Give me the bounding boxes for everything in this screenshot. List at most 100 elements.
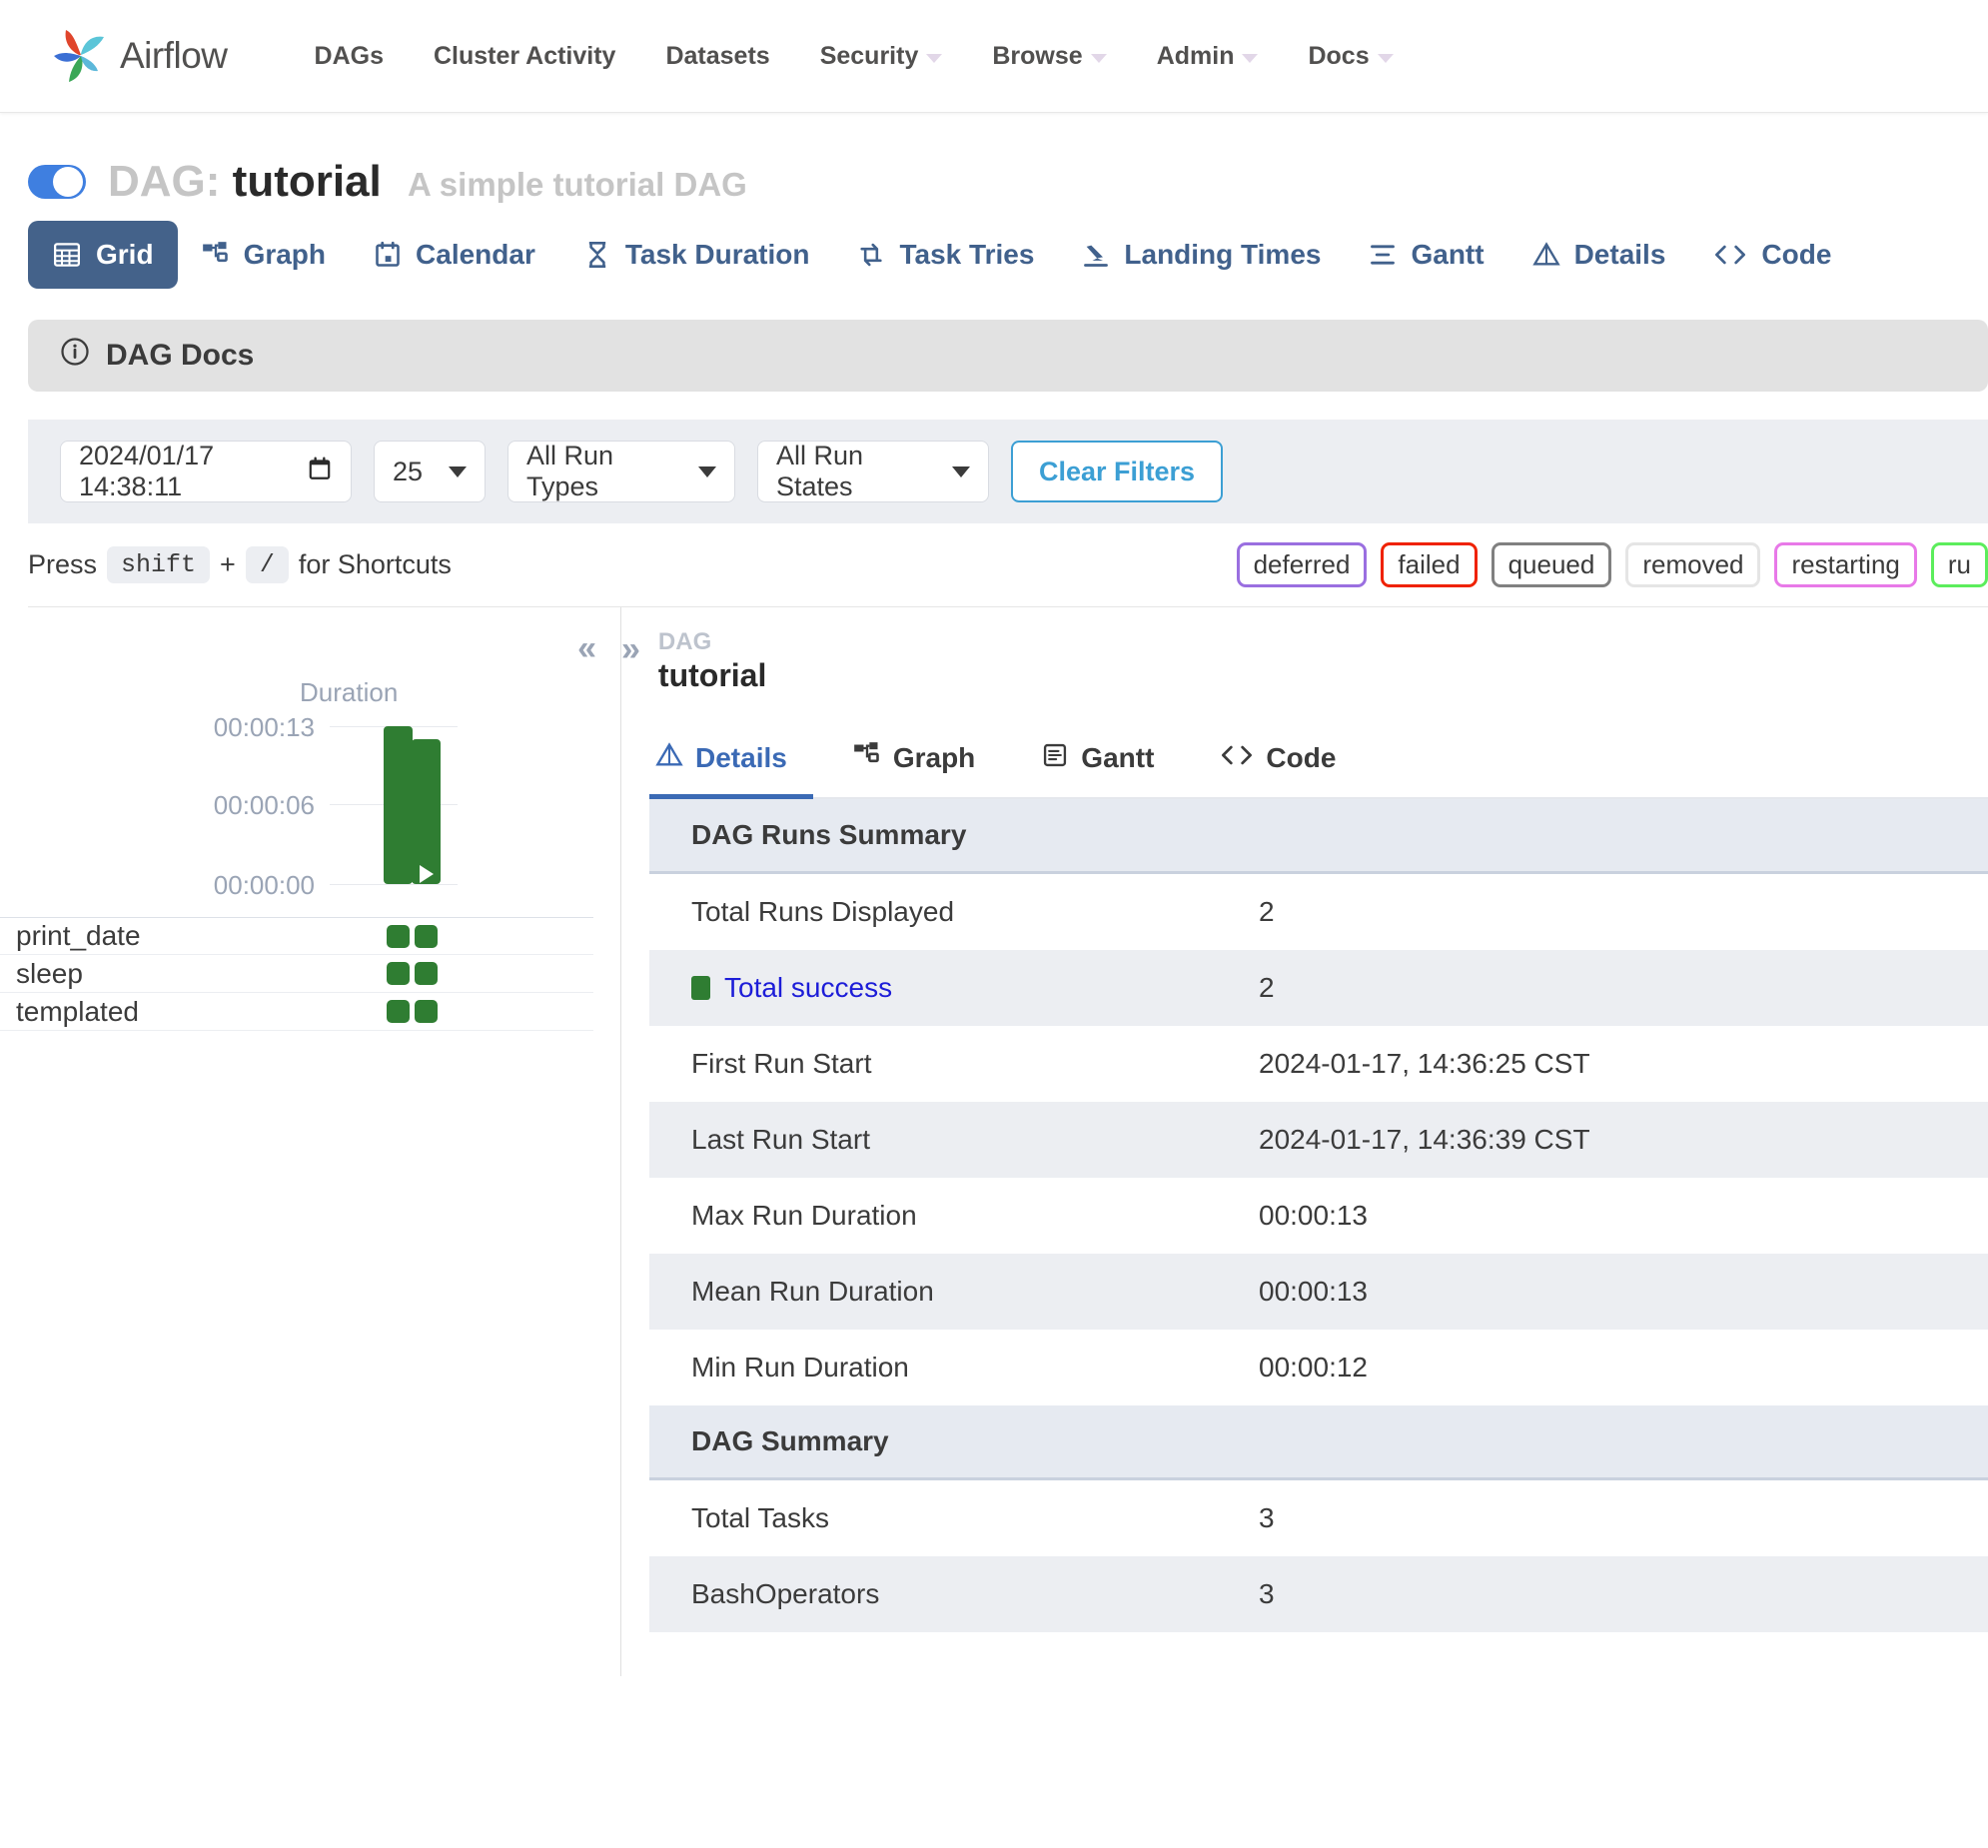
table-row: Total Tasks 3	[649, 1478, 1988, 1556]
landing-icon	[1082, 241, 1110, 269]
calendar-icon	[374, 241, 402, 269]
dp-tab-details[interactable]: Details	[649, 725, 813, 799]
row-label: First Run Start	[649, 1026, 1259, 1102]
dp-tab-graph[interactable]: Graph	[847, 725, 1001, 799]
shortcut-hint: Press shift + / for Shortcuts	[28, 546, 452, 583]
brand-name: Airflow	[120, 35, 228, 77]
run-state-select[interactable]: All Run States	[757, 441, 989, 502]
dp-tab-gantt[interactable]: Gantt	[1035, 725, 1180, 799]
dag-details-table: DAG Runs Summary Total Runs Displayed 2 …	[649, 799, 1988, 1632]
table-row: Total Runs Displayed 2	[649, 872, 1988, 950]
row-label: Max Run Duration	[649, 1178, 1259, 1254]
tab-label: Task Tries	[899, 239, 1034, 271]
chevron-double-right-icon[interactable]: »	[621, 629, 640, 670]
task-instance-square[interactable]	[415, 962, 438, 985]
status-badge-running[interactable]: ru	[1931, 542, 1988, 587]
task-name: print_date	[0, 920, 141, 952]
run-type-select[interactable]: All Run Types	[507, 441, 735, 502]
top-navbar: Airflow DAGs Cluster Activity Datasets S…	[0, 0, 1988, 113]
run-count-select[interactable]: 25	[374, 441, 486, 502]
task-name: sleep	[0, 958, 83, 990]
latest-run-indicator-icon	[420, 865, 434, 883]
table-row[interactable]: templated	[0, 993, 593, 1031]
nav-item-label: Admin	[1157, 42, 1235, 71]
run-date-input[interactable]: 2024/01/17 14:38:11	[60, 441, 352, 502]
nav-item-browse[interactable]: Browse	[967, 42, 1131, 71]
calendar-icon[interactable]	[307, 456, 333, 488]
chart-bar[interactable]	[384, 726, 413, 884]
dag-description: A simple tutorial DAG	[408, 166, 747, 203]
row-value: 00:00:12	[1259, 1330, 1988, 1405]
chevron-double-left-icon[interactable]: «	[577, 629, 596, 668]
gantt-icon	[1369, 241, 1397, 269]
chevron-down-icon	[1378, 54, 1394, 63]
task-instance-square[interactable]	[415, 925, 438, 948]
task-instance-square[interactable]	[387, 1000, 410, 1023]
tab-label: Calendar	[416, 239, 535, 271]
detail-panel-name: tutorial	[658, 655, 766, 697]
row-label-link[interactable]: Total success	[724, 972, 892, 1003]
dag-title-name: tutorial	[233, 157, 382, 206]
chart-gridline	[330, 884, 458, 885]
tab-gantt[interactable]: Gantt	[1345, 221, 1507, 289]
tab-task-tries[interactable]: Task Tries	[833, 221, 1058, 289]
nav-item-cluster-activity[interactable]: Cluster Activity	[409, 42, 640, 71]
tab-label: Landing Times	[1124, 239, 1321, 271]
section-value	[1259, 1405, 1988, 1479]
row-value: 2024-01-17, 14:36:39 CST	[1259, 1102, 1988, 1178]
tab-grid[interactable]: Grid	[28, 221, 178, 289]
tab-calendar[interactable]: Calendar	[350, 221, 559, 289]
retry-icon	[857, 241, 885, 269]
nav-item-docs[interactable]: Docs	[1283, 42, 1418, 71]
detail-panel-kicker: DAG	[658, 629, 766, 655]
run-duration-chart: 00:00:13 00:00:06 00:00:00	[0, 712, 579, 912]
status-legend: deferred failed queued removed restartin…	[1237, 542, 1988, 587]
chart-ytick: 00:00:13	[125, 712, 315, 743]
nav-item-dags[interactable]: DAGs	[290, 42, 409, 71]
tab-label: Gantt	[1411, 239, 1484, 271]
detail-panel-header: » DAG tutorial	[621, 607, 1988, 697]
shortcut-key-slash: /	[246, 546, 289, 583]
dag-docs-wrap: DAG Docs	[0, 300, 1988, 392]
tab-graph[interactable]: Graph	[178, 221, 350, 289]
clear-filters-button[interactable]: Clear Filters	[1011, 441, 1223, 502]
nav-item-datasets[interactable]: Datasets	[640, 42, 794, 71]
table-row[interactable]: print_date	[0, 917, 593, 955]
toggle-knob	[53, 167, 83, 197]
nav-item-label: Browse	[992, 42, 1082, 71]
chart-ytick: 00:00:00	[125, 870, 315, 901]
nav-items: DAGs Cluster Activity Datasets Security …	[290, 42, 1419, 71]
run-count-value: 25	[393, 457, 423, 487]
table-row[interactable]: sleep	[0, 955, 593, 993]
chart-bar[interactable]	[412, 739, 441, 884]
row-value: 2024-01-17, 14:36:25 CST	[1259, 1026, 1988, 1102]
status-badge-restarting[interactable]: restarting	[1774, 542, 1916, 587]
brand[interactable]: Airflow	[50, 25, 228, 87]
task-instance-square[interactable]	[387, 962, 410, 985]
task-instance-square[interactable]	[415, 1000, 438, 1023]
dp-tab-label: Gantt	[1081, 742, 1154, 774]
status-badge-deferred[interactable]: deferred	[1237, 542, 1368, 587]
task-name: templated	[0, 996, 139, 1028]
chart-title: Duration	[300, 677, 398, 708]
nav-item-security[interactable]: Security	[795, 42, 968, 71]
chevron-down-icon	[1091, 54, 1107, 63]
tab-label: Code	[1761, 239, 1831, 271]
tab-task-duration[interactable]: Task Duration	[559, 221, 834, 289]
status-badge-queued[interactable]: queued	[1491, 542, 1612, 587]
status-badge-removed[interactable]: removed	[1625, 542, 1760, 587]
dag-header: DAG: tutorial A simple tutorial DAG	[0, 113, 1988, 210]
tab-code[interactable]: Code	[1689, 221, 1855, 289]
nav-item-admin[interactable]: Admin	[1132, 42, 1284, 71]
dp-tab-code[interactable]: Code	[1214, 725, 1362, 799]
tab-label: Grid	[96, 239, 154, 271]
status-badge-failed[interactable]: failed	[1381, 542, 1477, 587]
tab-landing-times[interactable]: Landing Times	[1058, 221, 1345, 289]
table-row: Last Run Start 2024-01-17, 14:36:39 CST	[649, 1102, 1988, 1178]
task-instance-square[interactable]	[387, 925, 410, 948]
row-value: 2	[1259, 950, 1988, 1026]
tab-details[interactable]: Details	[1508, 221, 1690, 289]
chevron-down-icon	[449, 466, 467, 477]
dag-pause-toggle[interactable]	[28, 165, 86, 199]
dag-docs-accordion[interactable]: DAG Docs	[28, 320, 1988, 392]
